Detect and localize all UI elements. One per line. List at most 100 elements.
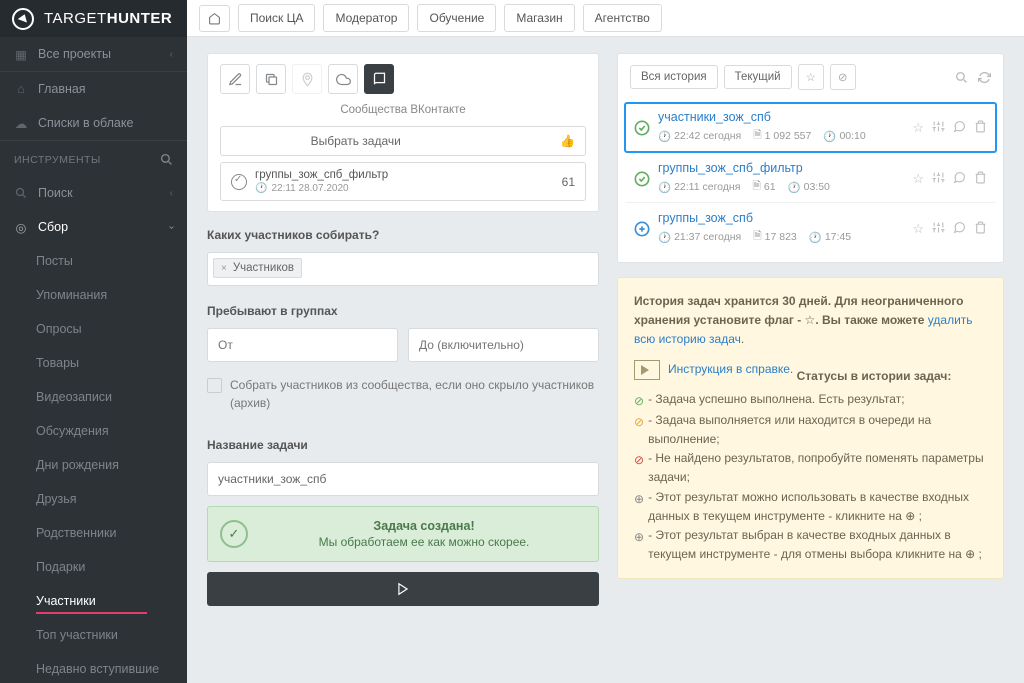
select-tasks-button[interactable]: Выбрать задачи 👍 <box>220 126 586 156</box>
plus-circle-icon <box>634 221 650 237</box>
sidebar-sub-item[interactable]: Опросы <box>0 312 187 346</box>
run-button[interactable] <box>207 572 599 606</box>
sidebar-sub-item[interactable]: Участники <box>0 584 187 618</box>
sidebar-sub-item[interactable]: Обсуждения <box>0 414 187 448</box>
topnav-agency[interactable]: Агентство <box>583 4 662 32</box>
history-item-title[interactable]: группы_зож_спб_фильтр <box>658 161 904 175</box>
topnav-training[interactable]: Обучение <box>417 4 496 32</box>
sliders-icon[interactable] <box>932 171 945 187</box>
video-icon <box>634 360 660 380</box>
sidebar-home-label: Главная <box>38 82 86 96</box>
sidebar-sub-item[interactable]: Родственники <box>0 516 187 550</box>
sidebar-sub-item[interactable]: Упоминания <box>0 278 187 312</box>
history-item-title[interactable]: группы_зож_спб <box>658 211 904 225</box>
chip-members[interactable]: × Участников <box>213 258 302 278</box>
cloud-icon: ☁ <box>14 116 28 130</box>
topnav-shop[interactable]: Магазин <box>504 4 574 32</box>
checkbox-icon <box>207 378 222 393</box>
sidebar-tools-header: ИНСТРУМЕНТЫ <box>0 141 187 176</box>
copy-icon[interactable] <box>256 64 286 94</box>
chevron-left-icon: ‹ <box>170 49 173 60</box>
history-info-box: История задач хранится 30 дней. Для неог… <box>617 277 1004 579</box>
logo-icon <box>12 8 34 30</box>
source-section-title: Сообщества ВКонтакте <box>208 104 598 126</box>
cloud-icon[interactable] <box>328 64 358 94</box>
sidebar-tool-search-label: Поиск <box>38 186 73 200</box>
history-item-title[interactable]: участники_зож_спб <box>658 110 904 124</box>
archive-checkbox[interactable]: Собрать участников из сообщества, если о… <box>207 376 599 412</box>
clock-icon: 🕐 <box>658 231 671 244</box>
task-name: группы_зож_спб_фильтр <box>255 169 562 181</box>
history-tab-current[interactable]: Текущий <box>724 65 792 89</box>
sidebar-cloud-lists-label: Списки в облаке <box>38 116 133 130</box>
logo[interactable]: TARGETHUNTER <box>0 0 187 37</box>
from-input[interactable] <box>207 328 398 362</box>
task-name-input[interactable] <box>207 462 599 496</box>
sidebar-cloud-lists[interactable]: ☁ Списки в облаке <box>0 106 187 140</box>
sidebar-tool-collect[interactable]: ◎ Сбор ‹ <box>0 210 187 244</box>
sidebar-sub-item[interactable]: Недавно вступившие <box>0 652 187 683</box>
sidebar-sub-item[interactable]: Видеозаписи <box>0 380 187 414</box>
edit-icon[interactable] <box>220 64 250 94</box>
task-count: 61 <box>562 175 575 189</box>
sidebar-tool-search[interactable]: Поиск ‹ <box>0 176 187 210</box>
chat-icon[interactable] <box>953 221 966 237</box>
chat-icon[interactable] <box>953 120 966 136</box>
home-button[interactable] <box>199 5 230 32</box>
member-type-input[interactable]: × Участников <box>207 252 599 286</box>
trash-icon[interactable] <box>974 221 987 237</box>
doc-icon: 🗎 <box>752 178 760 196</box>
circle-slash-icon[interactable]: ⊘ <box>830 64 856 90</box>
search-icon[interactable] <box>955 71 968 84</box>
check-icon <box>231 174 247 190</box>
star-icon[interactable]: ☆ <box>798 64 824 90</box>
logo-text: TARGETHUNTER <box>44 10 172 27</box>
source-type-tabs <box>208 54 598 104</box>
clock-icon: 🕐 <box>658 130 671 143</box>
label-task-name: Название задачи <box>207 438 599 452</box>
star-icon[interactable]: ☆ <box>912 221 924 237</box>
sidebar-sub-item[interactable]: Посты <box>0 244 187 278</box>
sliders-icon[interactable] <box>932 221 945 237</box>
sidebar-sub-item[interactable]: Подарки <box>0 550 187 584</box>
sidebar-sub-item[interactable]: Топ участники <box>0 618 187 652</box>
sidebar-sub-item[interactable]: Товары <box>0 346 187 380</box>
trash-icon[interactable] <box>974 120 987 136</box>
topnav-moderator[interactable]: Модератор <box>323 4 409 32</box>
search-icon[interactable] <box>160 153 173 166</box>
sidebar-home[interactable]: ⌂ Главная <box>0 72 187 106</box>
clock-icon: 🕐 <box>823 130 836 143</box>
trash-icon[interactable] <box>974 171 987 187</box>
topbar: Поиск ЦА Модератор Обучение Магазин Аген… <box>187 0 1024 37</box>
to-input[interactable] <box>408 328 599 362</box>
topnav-search-ca[interactable]: Поиск ЦА <box>238 4 315 32</box>
search-icon <box>14 186 28 200</box>
sidebar-projects[interactable]: ▦ Все проекты ‹ <box>0 37 187 71</box>
sidebar-tool-collect-label: Сбор <box>38 220 68 234</box>
history-item[interactable]: участники_зож_спб🕐22:42 сегодня🗎1 092 55… <box>624 102 997 153</box>
history-item[interactable]: группы_зож_спб_фильтр🕐22:11 сегодня🗎61🕐0… <box>624 153 997 203</box>
selected-task-row[interactable]: группы_зож_спб_фильтр 🕐22:11 28.07.2020 … <box>220 162 586 201</box>
chevron-left-icon: ‹ <box>170 188 173 199</box>
doc-icon: 🗎 <box>753 228 761 246</box>
history-tab-all[interactable]: Вся история <box>630 65 718 89</box>
sidebar: TARGETHUNTER ▦ Все проекты ‹ ⌂ Главная ☁… <box>0 0 187 683</box>
history-item[interactable]: группы_зож_спб🕐21:37 сегодня🗎17 823🕐17:4… <box>624 203 997 254</box>
help-video-link[interactable]: Инструкция в справке. <box>668 360 793 379</box>
target-icon: ◎ <box>14 220 28 234</box>
refresh-icon[interactable] <box>978 71 991 84</box>
status-selected-icon: ⊕ <box>634 528 644 547</box>
chip-close-icon[interactable]: × <box>221 263 227 274</box>
label-stay-in-groups: Пребывают в группах <box>207 304 599 318</box>
book-icon[interactable] <box>364 64 394 94</box>
history-card: Вся история Текущий ☆ ⊘ участники_зож_сп… <box>617 53 1004 263</box>
star-icon[interactable]: ☆ <box>912 171 924 187</box>
sliders-icon[interactable] <box>932 120 945 136</box>
sidebar-sub-item[interactable]: Дни рождения <box>0 448 187 482</box>
clock-icon: 🕐 <box>788 181 801 194</box>
sidebar-sub-item[interactable]: Друзья <box>0 482 187 516</box>
status-plus-icon: ⊕ <box>634 490 644 509</box>
star-icon[interactable]: ☆ <box>912 120 924 136</box>
chat-icon[interactable] <box>953 171 966 187</box>
success-banner: ✓ Задача создана! Мы обработаем ее как м… <box>207 506 599 562</box>
